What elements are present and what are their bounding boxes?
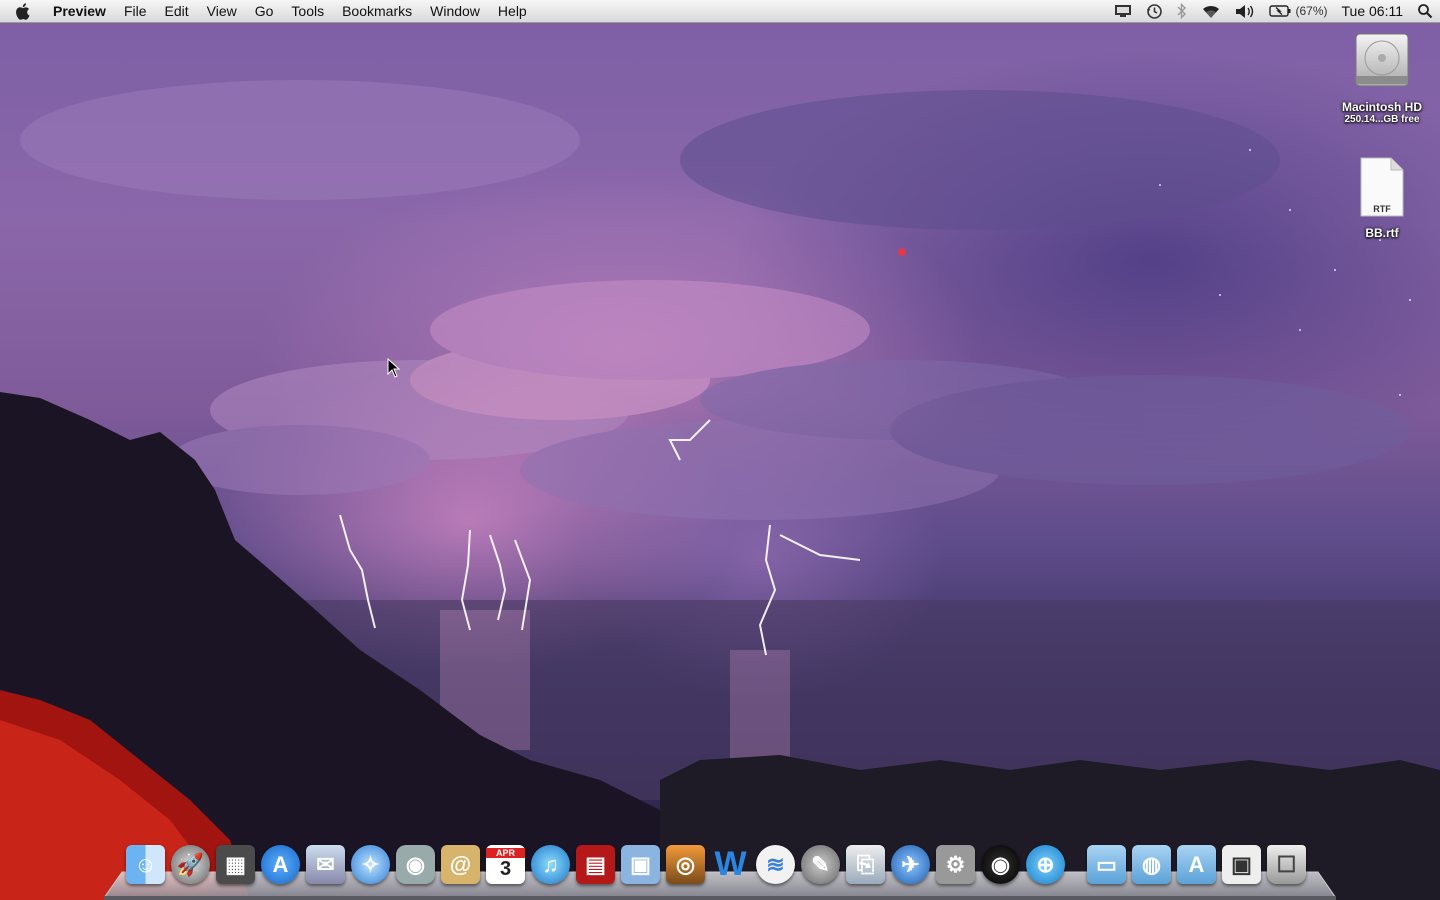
ical-day: 3	[499, 858, 512, 880]
rtf-badge: RTF	[1373, 204, 1391, 214]
shared-folder-icon[interactable]: ◍	[1132, 845, 1171, 884]
menu-file[interactable]: File	[115, 0, 156, 22]
menu-help[interactable]: Help	[489, 0, 536, 22]
app-store-icon[interactable]: A	[261, 845, 300, 884]
mouse-cursor-icon	[387, 358, 401, 378]
address-book-icon[interactable]: @	[441, 845, 480, 884]
menu-view[interactable]: View	[198, 0, 246, 22]
menu-app-preview[interactable]: Preview	[44, 0, 115, 22]
menu-clock[interactable]: Tue 06:11	[1335, 3, 1411, 19]
applications-folder-icon[interactable]: A	[1177, 845, 1216, 884]
desktop-icon-bb-rtf[interactable]: RTF BB.rtf	[1327, 156, 1437, 240]
menu-edit[interactable]: Edit	[156, 0, 198, 22]
itunes-icon[interactable]: ♫	[531, 845, 570, 884]
ical-icon[interactable]: APR 3	[486, 845, 525, 884]
volume-icon[interactable]	[1228, 4, 1262, 19]
spotlight-search-icon[interactable]	[1410, 3, 1440, 19]
mail-icon[interactable]: ✈	[891, 845, 930, 884]
wifi-icon[interactable]	[1194, 4, 1228, 19]
preview-icon[interactable]: ✉	[306, 845, 345, 884]
menu-extras: (67%) Tue 06:11	[1107, 0, 1440, 22]
bluetooth-icon[interactable]	[1170, 3, 1194, 19]
wifi-utility-icon[interactable]: ≋	[756, 845, 795, 884]
desktop-icon-label: Macintosh HD	[1341, 100, 1422, 114]
dock-separator	[1071, 844, 1081, 884]
finder-icon[interactable]: ☺	[126, 845, 165, 884]
script-editor-icon[interactable]: ✎	[801, 845, 840, 884]
desktop-icon-label: BB.rtf	[1365, 226, 1399, 240]
photo-gallery-icon[interactable]: ▦	[216, 845, 255, 884]
desktop-icon-sublabel: 250.14...GB free	[1344, 114, 1420, 125]
launchpad-icon[interactable]: 🚀	[171, 845, 210, 884]
iphoto-icon[interactable]: ▣	[621, 845, 660, 884]
image-capture-icon[interactable]: ◎	[666, 845, 705, 884]
time-machine-icon[interactable]	[1139, 3, 1170, 20]
menu-tools[interactable]: Tools	[282, 0, 333, 22]
display-mirroring-icon[interactable]	[1107, 4, 1139, 18]
photo-booth-icon[interactable]: ▤	[576, 845, 615, 884]
desktop-wallpaper	[0, 80, 1440, 900]
menu-bookmarks[interactable]: Bookmarks	[333, 0, 421, 22]
documents-folder-icon[interactable]: ▭	[1087, 845, 1126, 884]
battery-percent: (67%)	[1295, 4, 1328, 18]
menu-go[interactable]: Go	[246, 0, 283, 22]
aperture-icon[interactable]: ◉	[981, 845, 1020, 884]
word-icon[interactable]: W	[711, 845, 750, 884]
dock-icons: ☺ 🚀 ▦ A ✉ ✧ ◉ @ APR 3 ♫ ▤ ▣ ◎ W ≋ ✎ ⎘ ✈ …	[126, 844, 1306, 884]
network-icon[interactable]: ⊕	[1026, 845, 1065, 884]
system-preferences-icon[interactable]: ⚙	[936, 845, 975, 884]
screenshot-stack-icon[interactable]: ▣	[1222, 845, 1261, 884]
facetime-icon[interactable]: ◉	[396, 845, 435, 884]
safari-icon[interactable]: ✧	[351, 845, 390, 884]
ical-month: APR	[486, 848, 525, 858]
apple-menu-icon[interactable]	[0, 2, 44, 20]
scanner-icon[interactable]: ⎘	[846, 845, 885, 884]
hard-drive-icon	[1355, 33, 1409, 87]
menu-window[interactable]: Window	[421, 0, 489, 22]
desktop-icon-macintosh-hd[interactable]: Macintosh HD 250.14...GB free	[1327, 30, 1437, 125]
trash-icon[interactable]: ☐	[1267, 845, 1306, 884]
battery-status[interactable]: (67%)	[1262, 4, 1334, 18]
dock: ☺ 🚀 ▦ A ✉ ✧ ◉ @ APR 3 ♫ ▤ ▣ ◎ W ≋ ✎ ⎘ ✈ …	[104, 840, 1336, 900]
menu-bar: Preview File Edit View Go Tools Bookmark…	[0, 0, 1440, 23]
